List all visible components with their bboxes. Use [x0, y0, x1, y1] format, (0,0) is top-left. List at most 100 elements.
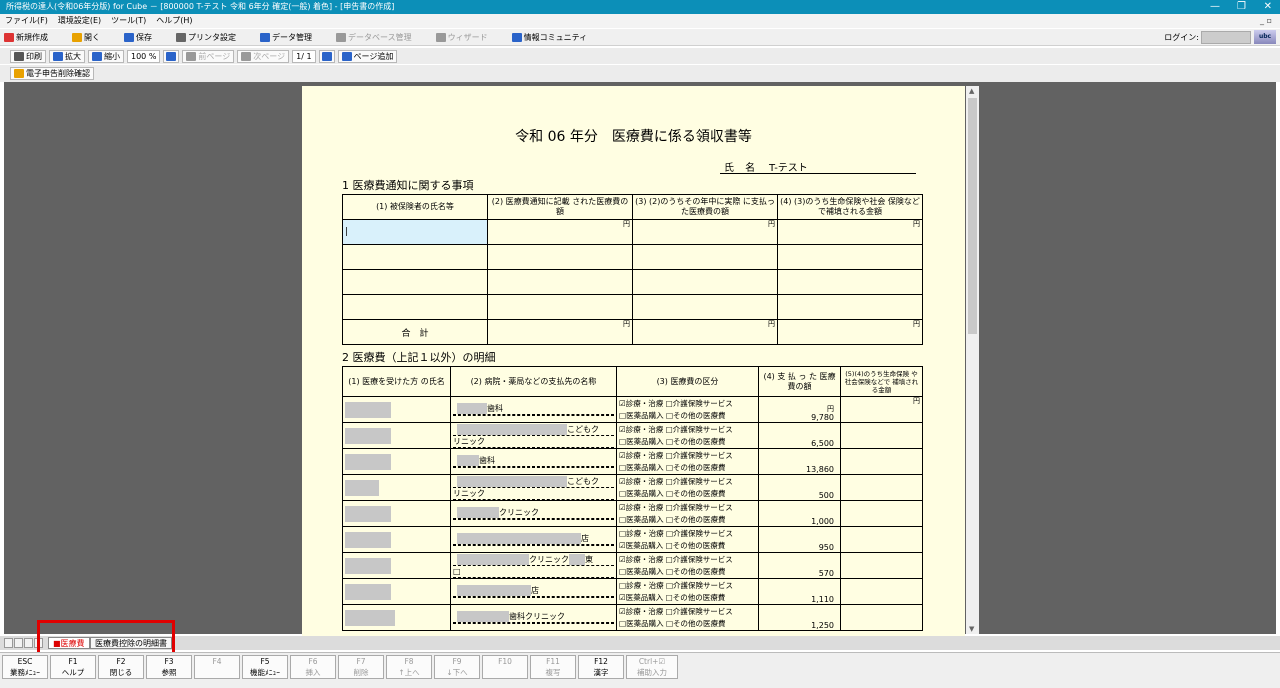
category-line-1[interactable]: ☑診療・治療 □介護保険サービス — [619, 554, 756, 566]
category-line-1[interactable]: ☑診療・治療 □介護保険サービス — [619, 450, 756, 462]
mdi-window-controls[interactable]: _ ▫ — [1260, 14, 1272, 28]
function-key-button[interactable]: F4 — [194, 655, 240, 679]
toolbar-button[interactable]: ウィザード — [432, 32, 492, 43]
category-line-1[interactable]: □診療・治療 □介護保険サービス — [619, 528, 756, 540]
patient-name-cell[interactable] — [342, 474, 451, 501]
category-line-2[interactable]: □医薬品購入 □その他の医療費 — [619, 618, 756, 630]
scroll-up-icon[interactable]: ▲ — [969, 87, 974, 95]
paid-amount-cell[interactable]: 1,110 — [758, 578, 841, 605]
reimbursed-amount-cell[interactable] — [840, 552, 923, 579]
notice-amount-cell[interactable] — [632, 269, 778, 295]
patient-name-cell[interactable] — [342, 500, 451, 527]
toolbar-button[interactable]: 保存 — [120, 32, 156, 43]
toolbar-button[interactable]: 新規作成 — [0, 32, 52, 43]
function-key-button[interactable]: F6 挿入 — [290, 655, 336, 679]
notice-amount-cell[interactable]: 円 — [487, 219, 633, 245]
category-line-2[interactable]: □医薬品購入 □その他の医療費 — [619, 436, 756, 448]
menu-item[interactable]: 環境設定(E) — [53, 14, 106, 28]
patient-name-cell[interactable] — [342, 578, 451, 605]
paid-amount-cell[interactable]: 500 — [758, 474, 841, 501]
expense-category-cell[interactable]: □診療・治療 □介護保険サービス ☑医薬品購入 □その他の医療費 — [616, 526, 759, 553]
function-key-button[interactable]: F8 ↑上へ — [386, 655, 432, 679]
function-key-button[interactable]: F7 削除 — [338, 655, 384, 679]
category-line-1[interactable]: ☑診療・治療 □介護保険サービス — [619, 476, 756, 488]
toolbar-button[interactable]: 情報コミュニティ — [508, 32, 592, 43]
expense-category-cell[interactable]: ☑診療・治療 □介護保険サービス □医薬品購入 □その他の医療費 — [616, 422, 759, 449]
close-button[interactable]: ✕ — [1264, 0, 1272, 14]
function-key-button[interactable]: F3 参照 — [146, 655, 192, 679]
function-key-button[interactable]: ESC 業務ﾒﾆｭｰ — [2, 655, 48, 679]
payee-cell[interactable]: こどもク リニック — [450, 422, 617, 449]
toolbar-button[interactable]: プリンタ設定 — [172, 32, 240, 43]
payee-cell[interactable]: クリニック東 □ — [450, 552, 617, 579]
minimize-button[interactable]: — — [1210, 0, 1220, 14]
notice-amount-cell[interactable] — [777, 244, 923, 270]
menu-item[interactable]: ツール(T) — [106, 14, 151, 28]
payee-cell[interactable]: 歯科 — [450, 396, 617, 423]
function-key-button[interactable]: F5 機能ﾒﾆｭｰ — [242, 655, 288, 679]
category-line-2[interactable]: □医薬品購入 □その他の医療費 — [619, 514, 756, 526]
category-line-1[interactable]: ☑診療・治療 □介護保険サービス — [619, 424, 756, 436]
notice-amount-cell[interactable] — [632, 244, 778, 270]
notice-amount-cell[interactable] — [487, 269, 633, 295]
category-line-2[interactable]: □医薬品購入 □その他の医療費 — [619, 462, 756, 474]
function-key-button[interactable]: F12 漢字 — [578, 655, 624, 679]
zoom-in-button[interactable]: 拡大 — [49, 49, 85, 63]
tab-prev-icon[interactable] — [14, 638, 23, 648]
expense-category-cell[interactable]: □診療・治療 □介護保険サービス ☑医薬品購入 □その他の医療費 — [616, 578, 759, 605]
paid-amount-cell[interactable]: 570 — [758, 552, 841, 579]
notice-amount-cell[interactable] — [777, 294, 923, 320]
toolbar-button[interactable]: データベース管理 — [332, 32, 416, 43]
function-key-button[interactable]: F9 ↓下へ — [434, 655, 480, 679]
category-line-2[interactable]: ☑医薬品購入 □その他の医療費 — [619, 592, 756, 604]
reimbursed-amount-cell[interactable] — [840, 422, 923, 449]
notice-amount-cell[interactable] — [632, 294, 778, 320]
category-line-2[interactable]: □医薬品購入 □その他の医療費 — [619, 488, 756, 500]
notice-amount-cell[interactable]: 円 — [777, 219, 923, 245]
payee-cell[interactable]: 店 — [450, 526, 617, 553]
zoom-out-button[interactable]: 縮小 — [88, 49, 124, 63]
category-line-2[interactable]: □医薬品購入 □その他の医療費 — [619, 410, 756, 422]
expense-category-cell[interactable]: ☑診療・治療 □介護保険サービス □医薬品購入 □その他の医療費 — [616, 396, 759, 423]
category-line-1[interactable]: ☑診療・治療 □介護保険サービス — [619, 398, 756, 410]
function-key-button[interactable]: F10 — [482, 655, 528, 679]
patient-name-cell[interactable] — [342, 526, 451, 553]
page-number-input[interactable]: 1/ 1 — [292, 49, 316, 63]
insured-name-cell[interactable]: | — [342, 219, 488, 245]
notice-amount-cell[interactable]: 円 — [632, 219, 778, 245]
vertical-scrollbar[interactable]: ▲ ▼ — [966, 86, 979, 634]
payee-cell[interactable]: 店 — [450, 578, 617, 605]
category-line-1[interactable]: ☑診療・治療 □介護保険サービス — [619, 502, 756, 514]
scroll-down-icon[interactable]: ▼ — [969, 625, 974, 633]
category-line-1[interactable]: ☑診療・治療 □介護保険サービス — [619, 606, 756, 618]
insured-name-cell[interactable] — [342, 294, 488, 320]
expense-category-cell[interactable]: ☑診療・治療 □介護保険サービス □医薬品購入 □その他の医療費 — [616, 604, 759, 631]
paid-amount-cell[interactable]: 6,500 — [758, 422, 841, 449]
reimbursed-amount-cell[interactable] — [840, 578, 923, 605]
insured-name-cell[interactable] — [342, 269, 488, 295]
patient-name-cell[interactable] — [342, 448, 451, 475]
next-page-button[interactable]: 次ページ — [237, 49, 290, 63]
function-key-button[interactable]: F1 ヘルプ — [50, 655, 96, 679]
function-key-button[interactable]: F11 複写 — [530, 655, 576, 679]
expense-category-cell[interactable]: ☑診療・治療 □介護保険サービス □医薬品購入 □その他の医療費 — [616, 448, 759, 475]
reimbursed-amount-cell[interactable]: 円 — [840, 396, 923, 423]
total-amount-3[interactable]: 円 — [632, 319, 778, 345]
reimbursed-amount-cell[interactable] — [840, 474, 923, 501]
paid-amount-cell[interactable]: 1,000 — [758, 500, 841, 527]
prev-page-button[interactable]: 前ページ — [182, 49, 235, 63]
paid-amount-cell[interactable]: 13,860 — [758, 448, 841, 475]
patient-name-cell[interactable] — [342, 422, 451, 449]
total-amount-4[interactable]: 円 — [777, 319, 923, 345]
toolbar-button[interactable]: データ管理 — [256, 32, 316, 43]
insured-name-cell[interactable] — [342, 244, 488, 270]
patient-name-cell[interactable] — [342, 604, 451, 631]
patient-name-cell[interactable] — [342, 552, 451, 579]
restore-button[interactable]: ❐ — [1237, 0, 1246, 14]
expense-category-cell[interactable]: ☑診療・治療 □介護保険サービス □医薬品購入 □その他の医療費 — [616, 474, 759, 501]
print-button[interactable]: 印刷 — [10, 49, 46, 63]
paid-amount-cell[interactable]: 円 9,780 — [758, 396, 841, 423]
function-key-button[interactable]: Ctrl+☑ 補助入力 — [626, 655, 678, 679]
payee-cell[interactable]: クリニック — [450, 500, 617, 527]
login-user-field[interactable] — [1201, 30, 1251, 44]
